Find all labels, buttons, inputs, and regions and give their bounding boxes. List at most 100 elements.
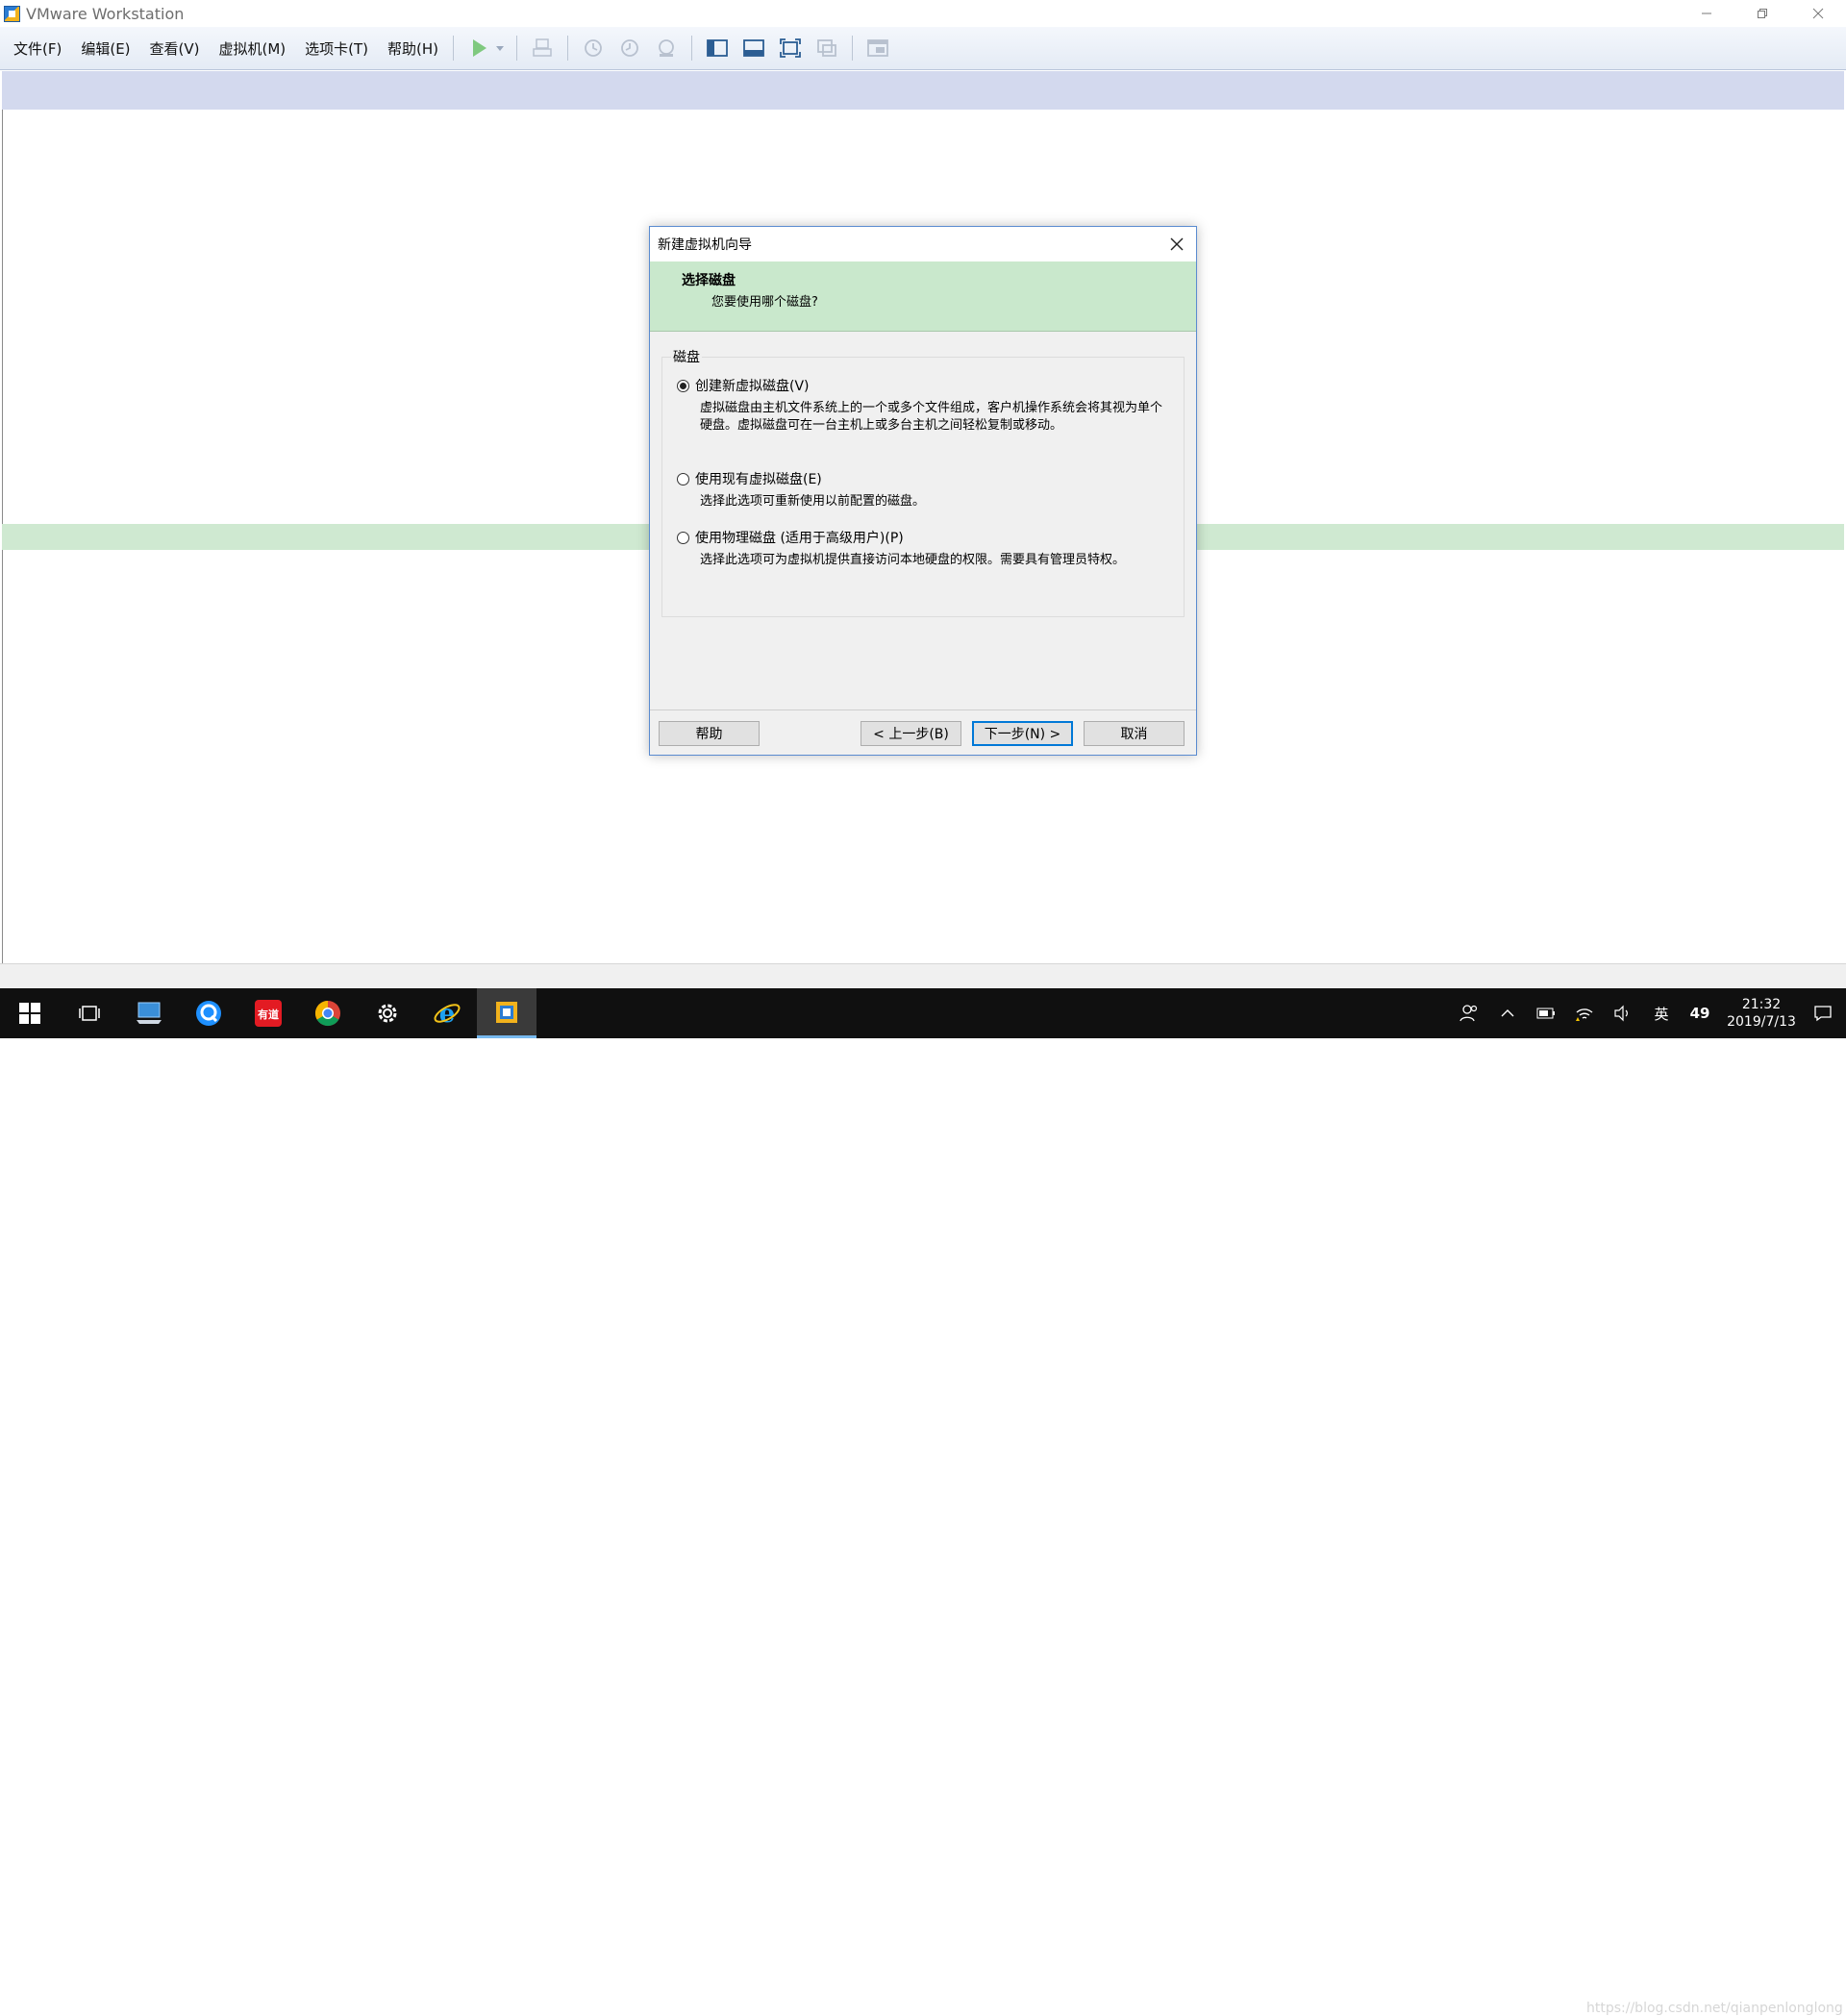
- notification-icon: [1814, 1006, 1832, 1022]
- taskbar-browser-q[interactable]: [179, 988, 238, 1038]
- menu-edit[interactable]: 编辑(E): [73, 38, 137, 59]
- network-button[interactable]: [1571, 1005, 1598, 1022]
- close-window-button[interactable]: [1790, 0, 1846, 27]
- dropdown-arrow-icon: [496, 46, 505, 51]
- snapshot-icon: [585, 39, 602, 57]
- toolbar-separator: [567, 36, 569, 61]
- computer-icon: [137, 1002, 162, 1024]
- fullscreen-button[interactable]: [775, 33, 806, 63]
- create-new-disk-radio[interactable]: [677, 379, 689, 392]
- toolbar-separator: [516, 36, 518, 61]
- vmware-icon: [496, 1001, 517, 1023]
- taskbar-clock[interactable]: 21:32 2019/7/13: [1723, 996, 1800, 1031]
- create-new-disk-description: 虚拟磁盘由主机文件系统上的一个或多个文件组成，客户机操作系统会将其视为单个硬盘。…: [700, 401, 1163, 433]
- start-button[interactable]: [0, 988, 60, 1038]
- create-new-disk-option[interactable]: 创建新虚拟磁盘(V): [677, 376, 810, 395]
- menu-vm[interactable]: 虚拟机(M): [212, 38, 294, 59]
- new-vm-wizard-dialog: 新建虚拟机向导 选择磁盘 您要使用哪个磁盘? 磁盘 创建新虚拟磁盘(V) 虚拟磁…: [649, 226, 1197, 756]
- show-hidden-icons-button[interactable]: [1494, 1008, 1521, 1018]
- show-library-button[interactable]: [702, 33, 733, 63]
- disk-group-label: 磁盘: [671, 347, 702, 366]
- restore-button[interactable]: [1734, 0, 1790, 27]
- snapshot-button[interactable]: [578, 33, 609, 63]
- battery-button[interactable]: [1533, 1008, 1559, 1019]
- use-existing-disk-description: 选择此选项可重新使用以前配置的磁盘。: [700, 494, 926, 509]
- menu-tabs[interactable]: 选项卡(T): [297, 38, 376, 59]
- power-dropdown-button[interactable]: [493, 33, 507, 63]
- snapshot-manager-button[interactable]: [651, 33, 682, 63]
- tray-badge-number[interactable]: 49: [1686, 1005, 1713, 1022]
- restore-icon: [1758, 9, 1767, 18]
- volume-button[interactable]: [1609, 1005, 1636, 1022]
- close-icon: [1170, 237, 1184, 251]
- status-bar: [0, 963, 1846, 989]
- fullscreen-icon: [780, 38, 801, 58]
- battery-icon: [1536, 1008, 1555, 1019]
- chevron-up-icon: [1501, 1009, 1514, 1017]
- use-existing-disk-option[interactable]: 使用现有虚拟磁盘(E): [677, 469, 822, 488]
- toolbar-separator: [691, 36, 693, 61]
- sidebar-view-icon: [707, 39, 728, 57]
- power-on-button[interactable]: [463, 33, 494, 63]
- minimize-icon: [1702, 12, 1711, 14]
- wifi-icon: [1576, 1008, 1593, 1021]
- tab-strip-area: [2, 71, 1844, 110]
- unity-icon: [817, 39, 836, 57]
- use-physical-disk-label: 使用物理磁盘 (适用于高级用户)(P): [695, 531, 904, 546]
- taskbar-chrome[interactable]: [298, 988, 358, 1038]
- input-method-indicator[interactable]: 英: [1648, 1004, 1675, 1024]
- clock-time: 21:32: [1741, 997, 1782, 1012]
- csdn-watermark: https://blog.csdn.net/qianpenlonglong: [1586, 2001, 1843, 2016]
- send-keys-button[interactable]: [527, 33, 558, 63]
- thumbnail-bar-button[interactable]: [738, 33, 769, 63]
- action-center-button[interactable]: [1800, 1005, 1846, 1022]
- menu-file[interactable]: 文件(F): [6, 38, 69, 59]
- use-existing-disk-label: 使用现有虚拟磁盘(E): [695, 472, 822, 487]
- wizard-header: 选择磁盘 您要使用哪个磁盘?: [650, 261, 1196, 332]
- windows-start-icon: [19, 1003, 40, 1024]
- chrome-icon: [314, 1000, 340, 1027]
- menu-toolbar: 文件(F) 编辑(E) 查看(V) 虚拟机(M) 选项卡(T) 帮助(H): [0, 27, 1846, 70]
- taskbar-settings[interactable]: [358, 988, 417, 1038]
- people-button[interactable]: [1456, 1004, 1483, 1023]
- help-button[interactable]: 帮助: [659, 721, 760, 746]
- youdao-icon: 有道: [255, 1000, 282, 1027]
- clock-date: 2019/7/13: [1727, 1014, 1796, 1030]
- create-new-disk-label: 创建新虚拟磁盘(V): [695, 379, 810, 394]
- task-view-icon: [79, 1006, 100, 1021]
- cancel-button[interactable]: 取消: [1084, 721, 1185, 746]
- window-title: VMware Workstation: [26, 4, 185, 23]
- speaker-icon: [1614, 1005, 1628, 1022]
- menu-view[interactable]: 查看(V): [142, 38, 208, 59]
- menu-help[interactable]: 帮助(H): [380, 38, 446, 59]
- window-titlebar: VMware Workstation: [0, 0, 1846, 27]
- taskbar-ie[interactable]: e: [417, 988, 477, 1038]
- next-button[interactable]: 下一步(N) >: [972, 721, 1073, 746]
- wizard-step-subtitle: 您要使用哪个磁盘?: [711, 295, 818, 310]
- use-physical-disk-description: 选择此选项可为虚拟机提供直接访问本地硬盘的权限。需要具有管理员特权。: [700, 553, 1126, 567]
- console-view-button[interactable]: [862, 33, 893, 63]
- task-view-button[interactable]: [60, 988, 119, 1038]
- svg-text:e: e: [439, 1000, 456, 1028]
- unity-button[interactable]: [811, 33, 842, 63]
- revert-snapshot-button[interactable]: [614, 33, 645, 63]
- browser-q-icon: [196, 1001, 221, 1026]
- ie-icon: e: [434, 1000, 461, 1028]
- dialog-close-button[interactable]: [1167, 235, 1186, 254]
- use-existing-disk-radio[interactable]: [677, 472, 689, 485]
- back-button[interactable]: < 上一步(B): [861, 721, 961, 746]
- toolbar-separator: [453, 36, 455, 61]
- taskbar-computer[interactable]: [119, 988, 179, 1038]
- taskbar-youdao[interactable]: 有道: [238, 988, 298, 1038]
- system-tray: 英 49 21:32 2019/7/13: [1450, 988, 1846, 1038]
- window-controls: [1679, 0, 1846, 27]
- send-keys-icon: [533, 38, 552, 57]
- taskbar-vmware[interactable]: [477, 988, 536, 1038]
- use-physical-disk-option[interactable]: 使用物理磁盘 (适用于高级用户)(P): [677, 528, 904, 547]
- minimize-button[interactable]: [1679, 0, 1734, 27]
- settings-icon: [378, 1004, 397, 1023]
- console-view-icon: [867, 39, 888, 57]
- revert-snapshot-icon: [621, 39, 638, 57]
- windows-taskbar: 有道 e 英 49 21:32 2019/7/13 https://blog.c…: [0, 988, 1846, 2016]
- use-physical-disk-radio[interactable]: [677, 531, 689, 544]
